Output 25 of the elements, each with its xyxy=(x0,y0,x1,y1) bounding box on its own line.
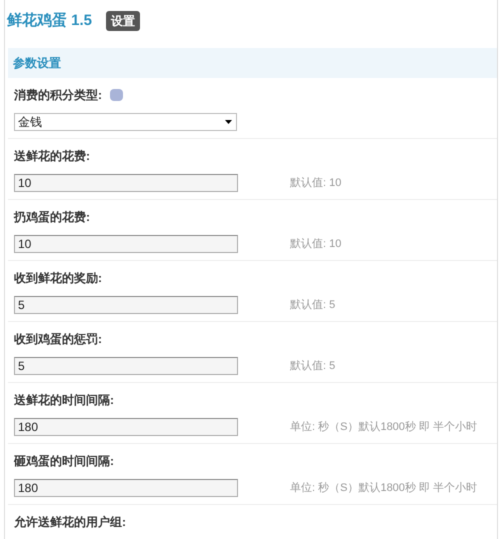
hint-text: 默认值: 5 xyxy=(290,358,336,374)
field-label: 收到鲜花的奖励: xyxy=(14,270,102,287)
hint-text: 默认值: 5 xyxy=(290,298,336,313)
page-title: 鲜花鸡蛋 1.5 xyxy=(7,10,92,31)
input-field[interactable]: 180 xyxy=(14,418,238,436)
field-label: 允许送鲜花的用户组: xyxy=(14,514,126,531)
currency-select[interactable]: 金钱 xyxy=(14,113,237,131)
input-field[interactable]: 10 xyxy=(14,174,238,192)
field-label: 消费的积分类型: xyxy=(14,87,102,104)
field-label: 送鲜花的花费: xyxy=(14,148,90,165)
hint-text: 默认值: 10 xyxy=(290,236,342,252)
field-label: 送鲜花的时间间隔: xyxy=(14,392,114,409)
settings-tag: 设置 xyxy=(106,11,140,31)
input-field[interactable]: 180 xyxy=(14,479,238,497)
field-label: 收到鸡蛋的惩罚: xyxy=(14,331,102,348)
hint-text: 单位: 秒（S）默认1800秒 即 半个小时 xyxy=(290,420,478,435)
dropdown-caret-icon xyxy=(225,120,232,124)
input-field[interactable]: 10 xyxy=(14,235,238,253)
field-label: 扔鸡蛋的花费: xyxy=(14,209,90,226)
hint-text: 单位: 秒（S）默认1800秒 即 半个小时 xyxy=(290,480,478,496)
hint-text: 默认值: 10 xyxy=(290,176,342,191)
input-field[interactable]: 5 xyxy=(14,357,238,375)
section-header: 参数设置 xyxy=(8,48,497,78)
input-field[interactable]: 5 xyxy=(14,296,238,314)
field-label: 砸鸡蛋的时间间隔: xyxy=(14,453,114,470)
